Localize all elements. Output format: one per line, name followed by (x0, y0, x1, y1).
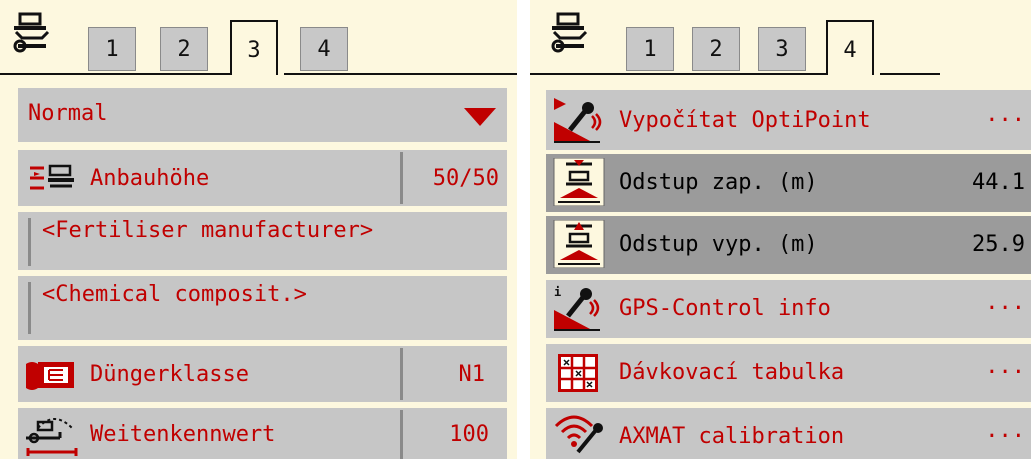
panel-divider (517, 0, 530, 459)
spreading-width-factor-label: Weitenkennwert (90, 422, 276, 447)
dosing-table-more: ··· (985, 360, 1025, 385)
text-cursor (28, 282, 31, 334)
calculate-optipoint-row[interactable]: Vypočítat OptiPoint ··· (546, 90, 1031, 150)
dosing-table-icon (558, 354, 598, 392)
value-separator (400, 152, 403, 204)
optipoint-icon (554, 98, 602, 143)
mounting-height-value: 50/50 (432, 166, 499, 191)
tab-baseline (880, 73, 940, 75)
distance-off-icon (553, 220, 605, 268)
gps-info-icon: i (554, 285, 600, 331)
spreading-width-factor-value: 100 (449, 422, 489, 447)
distance-on-value: 44.1 (972, 170, 1025, 195)
calculate-optipoint-more: ··· (985, 108, 1025, 133)
fertiliser-manufacturer-text: <Fertiliser manufacturer> (42, 218, 374, 243)
mounting-height-label: Anbauhöhe (90, 166, 210, 191)
tab-1[interactable]: 1 (626, 27, 674, 71)
dropdown-value: Normal (28, 101, 108, 126)
tab-baseline (0, 73, 230, 75)
dosing-table-label: Dávkovací tabulka (619, 360, 845, 385)
gps-control-info-row[interactable]: i GPS-Control info ··· (546, 280, 1031, 338)
mounting-height-row[interactable]: Anbauhöhe 50/50 (18, 150, 507, 206)
value-separator (400, 348, 403, 400)
gps-control-info-more: ··· (985, 296, 1025, 321)
tab-baseline (284, 73, 517, 75)
mounting-height-icon (30, 164, 74, 190)
tab-3[interactable]: 3 (758, 27, 806, 71)
tab-3[interactable]: 3 (230, 20, 278, 75)
fertiliser-settings-panel: 1 2 3 4 Normal Anbauhöhe 50/50 <Fertilis… (0, 0, 517, 459)
dosing-table-row[interactable]: Dávkovací tabulka ··· (546, 344, 1031, 402)
chevron-down-icon (464, 108, 496, 126)
spreading-width-icon (26, 418, 78, 456)
chemical-composition-text: <Chemical composit.> (42, 282, 307, 307)
distance-off-row[interactable]: Odstup vyp. (m) 25.9 (546, 216, 1031, 274)
axmat-calibration-row[interactable]: AXMAT calibration ··· (546, 408, 1031, 459)
tab-4[interactable]: 4 (826, 20, 874, 75)
svg-text:i: i (554, 285, 561, 299)
fertiliser-manufacturer-field[interactable]: <Fertiliser manufacturer> (18, 212, 507, 270)
spreader-tool-icon (13, 12, 50, 53)
distance-off-label: Odstup vyp. (m) (619, 232, 818, 257)
text-cursor (28, 218, 31, 266)
tab-baseline (530, 73, 826, 75)
fertiliser-class-label: Düngerklasse (90, 362, 249, 387)
fertiliser-class-row[interactable]: Düngerklasse N1 (18, 346, 507, 402)
chemical-composition-field[interactable]: <Chemical composit.> (18, 276, 507, 340)
gps-control-info-label: GPS-Control info (619, 296, 831, 321)
distance-on-label: Odstup zap. (m) (619, 170, 818, 195)
axmat-calibration-label: AXMAT calibration (619, 424, 845, 449)
axmat-wifi-icon (554, 415, 603, 454)
value-separator (400, 410, 403, 459)
mode-dropdown[interactable]: Normal (18, 88, 507, 142)
spreader-tool-icon (551, 12, 588, 53)
distance-on-icon (553, 158, 605, 206)
tab-1[interactable]: 1 (88, 27, 136, 71)
distance-off-value: 25.9 (972, 232, 1025, 257)
axmat-calibration-more: ··· (985, 424, 1025, 449)
calculate-optipoint-label: Vypočítat OptiPoint (619, 108, 871, 133)
tab-2[interactable]: 2 (160, 27, 208, 71)
gps-settings-panel: 1 2 3 4 Vypočítat OptiPoint ··· Odstup z… (530, 0, 1031, 459)
distance-on-row[interactable]: Odstup zap. (m) 44.1 (546, 154, 1031, 212)
tab-4[interactable]: 4 (300, 27, 348, 71)
fertiliser-class-value: N1 (458, 362, 486, 387)
fertiliser-bag-icon (26, 362, 74, 390)
spreading-width-factor-row[interactable]: Weitenkennwert 100 (18, 408, 507, 459)
tab-2[interactable]: 2 (692, 27, 740, 71)
